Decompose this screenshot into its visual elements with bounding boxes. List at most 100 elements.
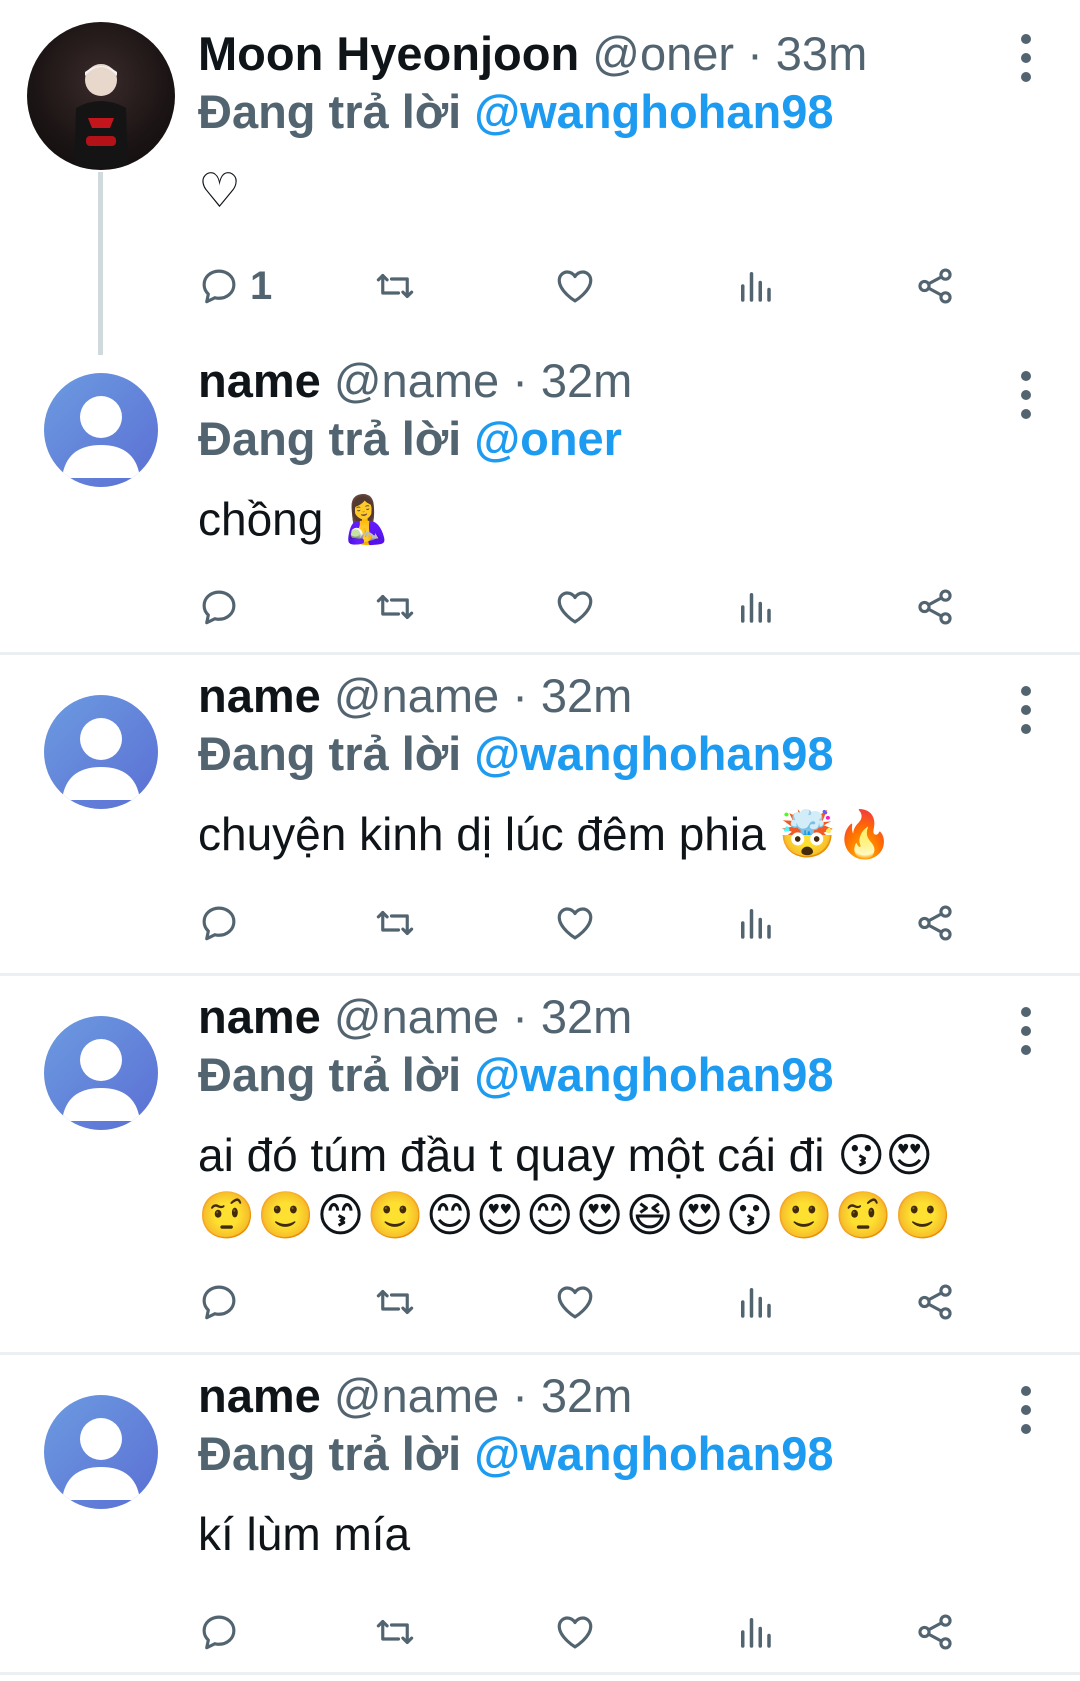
retweet-button[interactable] xyxy=(374,1277,416,1327)
like-button[interactable] xyxy=(554,1277,596,1327)
author-handle[interactable]: @name xyxy=(334,990,499,1043)
more-options-icon[interactable] xyxy=(1020,1007,1032,1064)
reply-icon xyxy=(202,1615,236,1650)
mention-link[interactable]: @wanghohan98 xyxy=(474,1048,833,1101)
reply-button[interactable] xyxy=(198,1277,240,1327)
views-button[interactable] xyxy=(734,898,776,948)
views-icon xyxy=(741,593,771,623)
share-button[interactable] xyxy=(914,898,956,948)
timestamp[interactable]: 32m xyxy=(541,1369,632,1422)
mention-link[interactable]: @oner xyxy=(474,412,622,465)
author-handle[interactable]: @name xyxy=(334,354,499,407)
like-button[interactable] xyxy=(554,1607,596,1657)
share-button[interactable] xyxy=(914,582,956,632)
views-button[interactable] xyxy=(734,1607,776,1657)
avatar[interactable] xyxy=(44,1395,158,1509)
like-icon xyxy=(557,270,593,303)
reply-button[interactable] xyxy=(198,1607,240,1657)
action-bar xyxy=(198,1277,1018,1327)
views-button[interactable] xyxy=(734,582,776,632)
views-button[interactable] xyxy=(734,1277,776,1327)
share-button[interactable] xyxy=(914,1277,956,1327)
separator: · xyxy=(512,354,528,407)
separator: · xyxy=(512,669,528,722)
default-avatar-icon xyxy=(62,396,140,478)
avatar[interactable] xyxy=(44,1016,158,1130)
divider xyxy=(0,652,1080,655)
views-icon xyxy=(741,272,771,302)
divider xyxy=(0,973,1080,976)
timestamp[interactable]: 32m xyxy=(541,669,632,722)
avatar[interactable] xyxy=(44,373,158,487)
mention-link[interactable]: @wanghohan98 xyxy=(474,85,833,138)
tweet-4[interactable]: name @name · 32m Đang trả lời @wanghohan… xyxy=(0,989,1080,1351)
retweet-button[interactable] xyxy=(374,582,416,632)
avatar[interactable] xyxy=(44,695,158,809)
avatar[interactable] xyxy=(27,22,175,170)
mention-link[interactable]: @wanghohan98 xyxy=(474,1427,833,1480)
author-name[interactable]: name xyxy=(198,354,321,407)
author-handle[interactable]: @name xyxy=(334,1369,499,1422)
share-button[interactable] xyxy=(914,1607,956,1657)
author-name[interactable]: name xyxy=(198,990,321,1043)
default-avatar-icon xyxy=(62,718,140,800)
reply-button[interactable] xyxy=(198,582,240,632)
like-button[interactable] xyxy=(554,898,596,948)
separator: · xyxy=(512,1369,528,1422)
tweet-text: ai đó túm đầu t quay một cái đi 😗😍 xyxy=(198,1129,934,1181)
retweet-button[interactable] xyxy=(374,261,416,311)
views-button[interactable] xyxy=(734,261,776,311)
more-options-icon[interactable] xyxy=(1020,1386,1032,1443)
share-icon xyxy=(918,1614,952,1650)
author-name[interactable]: name xyxy=(198,1369,321,1422)
more-options-icon[interactable] xyxy=(1020,371,1032,428)
share-icon xyxy=(918,1284,952,1320)
views-icon xyxy=(741,909,771,939)
retweet-icon xyxy=(376,910,414,936)
retweet-button[interactable] xyxy=(374,898,416,948)
author-handle[interactable]: @oner xyxy=(592,27,734,80)
reply-button[interactable]: 1 xyxy=(198,261,272,311)
author-name[interactable]: Moon Hyeonjoon xyxy=(198,27,579,80)
like-button[interactable] xyxy=(554,582,596,632)
action-bar xyxy=(198,898,1018,948)
tweet-header: name @name · 32m xyxy=(198,1368,632,1424)
replying-to: Đang trả lời @wanghohan98 xyxy=(198,1047,834,1103)
replying-label: Đang trả lời xyxy=(198,727,462,780)
retweet-button[interactable] xyxy=(374,1607,416,1657)
author-name[interactable]: name xyxy=(198,669,321,722)
reply-icon xyxy=(202,1285,236,1320)
share-icon xyxy=(918,268,952,304)
author-handle[interactable]: @name xyxy=(334,669,499,722)
reply-button[interactable] xyxy=(198,898,240,948)
share-icon xyxy=(918,905,952,941)
timestamp[interactable]: 32m xyxy=(541,990,632,1043)
mention-link[interactable]: @wanghohan98 xyxy=(474,727,833,780)
more-options-icon[interactable] xyxy=(1020,686,1032,743)
tweet-text: chuyện kinh dị lúc đêm phia 🤯🔥 xyxy=(198,808,894,860)
reply-count: 1 xyxy=(250,263,273,308)
replying-to: Đang trả lời @wanghohan98 xyxy=(198,726,834,782)
thread-line xyxy=(98,172,103,355)
tweet-header: name @name · 32m xyxy=(198,668,632,724)
retweet-icon xyxy=(376,273,414,299)
tweet-header: name @name · 32m xyxy=(198,989,632,1045)
more-options-icon[interactable] xyxy=(1020,34,1032,91)
share-button[interactable] xyxy=(914,261,956,311)
tweet-5[interactable]: name @name · 32m Đang trả lời @wanghohan… xyxy=(0,1368,1080,1670)
timestamp[interactable]: 33m xyxy=(776,27,867,80)
timestamp[interactable]: 32m xyxy=(541,354,632,407)
like-button[interactable] xyxy=(554,261,596,311)
views-icon xyxy=(741,1618,771,1648)
replying-to: Đang trả lời @wanghohan98 xyxy=(198,84,834,140)
tweet-1[interactable]: Moon Hyeonjoon @oner · 33m Đang trả lời … xyxy=(0,0,1080,355)
like-icon xyxy=(557,1286,593,1319)
like-icon xyxy=(557,1616,593,1649)
tweet-2[interactable]: name @name · 32m Đang trả lời @oner chồn… xyxy=(0,354,1080,650)
separator: · xyxy=(747,27,763,80)
tweet-text-emoji-line: 🤨🙂😙🙂😊😍😊😍😆😍😗🙂🤨🙂 xyxy=(198,1189,954,1241)
divider xyxy=(0,1352,1080,1355)
tweet-3[interactable]: name @name · 32m Đang trả lời @wanghohan… xyxy=(0,668,1080,970)
tweet-text: kí lùm mía xyxy=(198,1508,411,1560)
action-bar xyxy=(198,582,1018,632)
